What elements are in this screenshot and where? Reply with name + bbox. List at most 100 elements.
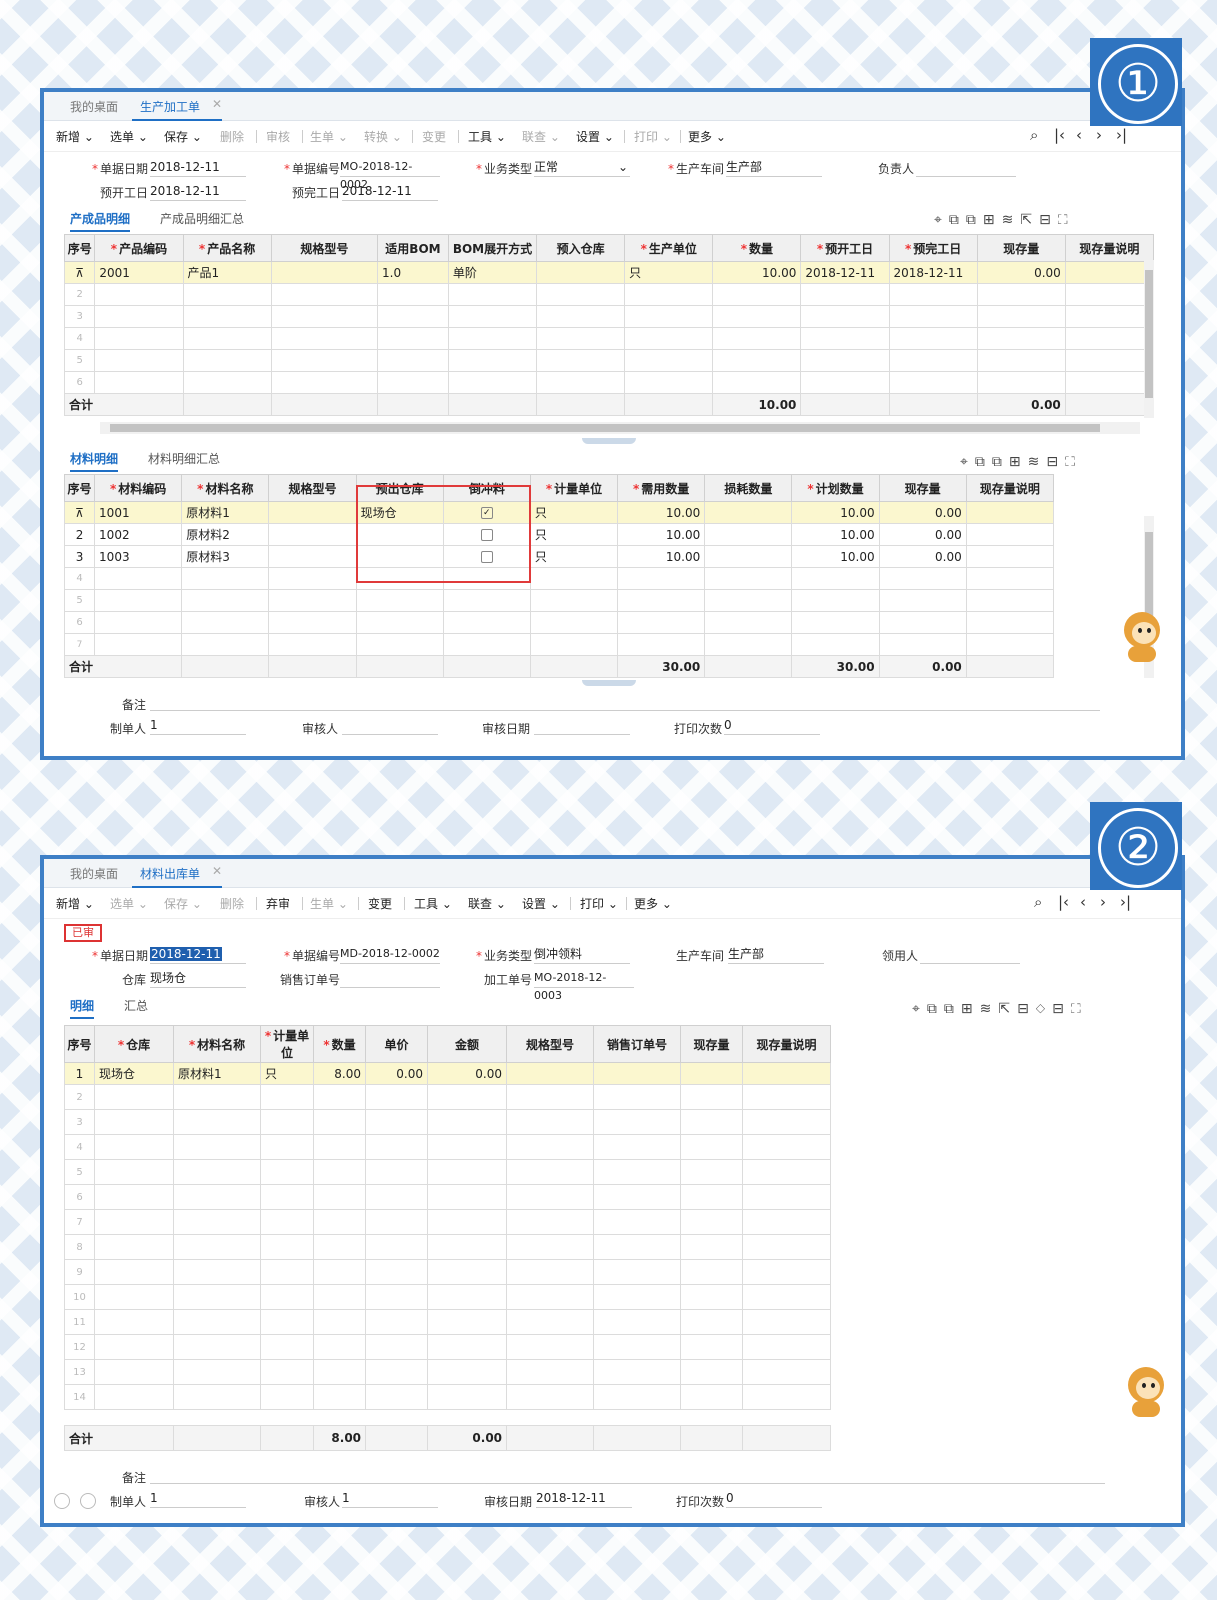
new-button[interactable]: 新增 ⌄: [56, 895, 94, 912]
col-spec[interactable]: 规格型号: [506, 1025, 594, 1063]
query-button[interactable]: 联查 ⌄: [468, 895, 506, 912]
cell-code[interactable]: 2001: [94, 261, 184, 284]
cell-unit[interactable]: 只: [624, 261, 714, 284]
last-record-icon[interactable]: ›|: [1116, 126, 1127, 144]
more-button[interactable]: 更多 ⌄: [688, 128, 726, 145]
table-row[interactable]: 4: [63, 567, 1055, 590]
table-row[interactable]: ⊼ 1001 原材料1 现场仓 ✓ 只 10.00 10.00 0.00: [63, 501, 1055, 524]
cell-sales-order[interactable]: [593, 1062, 681, 1085]
cell-warehouse[interactable]: 现场仓: [94, 1062, 174, 1085]
table-row[interactable]: ⊼ 2001 产品1 1.0 单阶 只 10.00 2018-12-11 201…: [63, 261, 1155, 284]
delete-button[interactable]: 删除: [220, 128, 244, 145]
cell-spec[interactable]: [268, 523, 357, 546]
next-record-icon[interactable]: ›: [1096, 126, 1102, 144]
col-warehouse[interactable]: * 仓库: [94, 1025, 174, 1063]
convert-button[interactable]: 转换 ⌄: [364, 128, 402, 145]
cell-bom[interactable]: 1.0: [377, 261, 449, 284]
grid-tool-icons[interactable]: ⌖⧉⧉⊞≋⇱⊟⬦⊟⛶: [912, 1001, 1088, 1017]
col-spec[interactable]: 规格型号: [268, 474, 357, 502]
table-row[interactable]: 6: [63, 371, 1155, 394]
col-bom[interactable]: 适用BOM: [377, 234, 449, 262]
col-product-code[interactable]: * 产品编码: [94, 234, 184, 262]
col-in-warehouse[interactable]: 预入仓库: [536, 234, 626, 262]
delete-button[interactable]: 删除: [220, 895, 244, 912]
tab-material-detail[interactable]: 材料明细: [70, 450, 119, 472]
select-button[interactable]: 选单 ⌄: [110, 895, 148, 912]
cell-stock[interactable]: 0.00: [878, 523, 967, 546]
tab-material-issue[interactable]: 材料出库单: [131, 865, 223, 888]
table-row[interactable]: 11: [64, 1309, 831, 1335]
table-row[interactable]: 12: [64, 1334, 831, 1360]
cell-unit[interactable]: 只: [529, 523, 619, 546]
product-horizontal-scrollbar[interactable]: [100, 422, 1140, 434]
print-button[interactable]: 打印 ⌄: [580, 895, 618, 912]
number-field[interactable]: MD-2018-12-0002: [340, 945, 440, 964]
mo-number-field[interactable]: MO-2018-12-0003: [534, 969, 634, 1002]
home-icon[interactable]: [54, 1493, 70, 1509]
cell-name[interactable]: 产品1: [182, 261, 272, 284]
cell-spec[interactable]: [270, 261, 379, 284]
cell-stock-note[interactable]: [1064, 261, 1155, 284]
tools-button[interactable]: 工具 ⌄: [468, 128, 506, 145]
cell-stock[interactable]: [680, 1062, 743, 1085]
workshop-field[interactable]: 生产部: [726, 158, 822, 177]
col-material-name[interactable]: * 材料名称: [173, 1025, 261, 1063]
search-circle-icon[interactable]: [80, 1493, 96, 1509]
cell-stock[interactable]: 0.00: [878, 545, 967, 568]
table-row[interactable]: 2: [63, 283, 1155, 306]
cell-unit[interactable]: 只: [529, 501, 619, 524]
table-row[interactable]: 10: [64, 1284, 831, 1310]
tab-detail[interactable]: 明细: [70, 997, 95, 1019]
table-row[interactable]: 2: [64, 1084, 831, 1110]
table-row[interactable]: 4: [63, 327, 1155, 350]
tab-home[interactable]: 我的桌面: [70, 98, 118, 115]
cell-need[interactable]: 10.00: [617, 523, 706, 546]
cell-need[interactable]: 10.00: [617, 501, 706, 524]
table-row[interactable]: 5: [63, 349, 1155, 372]
col-sales-order[interactable]: 销售订单号: [593, 1025, 681, 1063]
product-vertical-scrollbar[interactable]: [1144, 260, 1154, 418]
cell-stock-note[interactable]: [965, 545, 1055, 568]
col-bom-expand[interactable]: BOM展开方式: [447, 234, 538, 262]
table-row[interactable]: 8: [64, 1234, 831, 1260]
col-end-date[interactable]: * 预完工日: [888, 234, 978, 262]
first-record-icon[interactable]: |‹: [1054, 126, 1065, 144]
table-row[interactable]: 5: [63, 589, 1055, 612]
start-date-field[interactable]: 2018-12-11: [150, 182, 246, 201]
col-stock[interactable]: 现存量: [976, 234, 1066, 262]
cell-stock-note[interactable]: [742, 1062, 831, 1085]
cell-spec[interactable]: [268, 545, 357, 568]
more-button[interactable]: 更多 ⌄: [634, 895, 672, 912]
remark-field[interactable]: [150, 692, 1100, 711]
change-button[interactable]: 变更: [422, 128, 446, 145]
change-button[interactable]: 变更: [368, 895, 392, 912]
cell-name[interactable]: 原材料1: [173, 1062, 261, 1085]
cell-qty[interactable]: 8.00: [313, 1062, 366, 1085]
warehouse-field[interactable]: 现场仓: [150, 969, 246, 988]
cell-code[interactable]: 1001: [94, 501, 183, 524]
table-row[interactable]: 6: [63, 611, 1055, 634]
col-start-date[interactable]: * 预开工日: [800, 234, 890, 262]
cell-loss[interactable]: [704, 523, 793, 546]
table-row[interactable]: 4: [64, 1134, 831, 1160]
cell-plan[interactable]: 10.00: [791, 545, 880, 568]
row-expand-icon[interactable]: ⊼: [63, 501, 96, 524]
col-stock[interactable]: 现存量: [680, 1025, 743, 1063]
print-button[interactable]: 打印 ⌄: [634, 128, 672, 145]
col-price[interactable]: 单价: [365, 1025, 428, 1063]
table-row[interactable]: 3: [64, 1109, 831, 1135]
date-field[interactable]: 2018-12-11: [150, 158, 246, 177]
tools-button[interactable]: 工具 ⌄: [414, 895, 452, 912]
cell-stock-note[interactable]: [965, 523, 1055, 546]
col-stock[interactable]: 现存量: [878, 474, 967, 502]
next-record-icon[interactable]: ›: [1100, 893, 1106, 911]
biz-type-select[interactable]: 正常 ⌄: [534, 158, 630, 177]
owner-field[interactable]: [916, 158, 1016, 177]
table-row[interactable]: 7: [63, 633, 1055, 656]
prev-record-icon[interactable]: ‹: [1076, 126, 1082, 144]
biz-type-field[interactable]: 倒冲领料: [534, 945, 630, 964]
cell-plan[interactable]: 10.00: [791, 523, 880, 546]
close-tab-icon[interactable]: ✕: [212, 864, 222, 878]
close-tab-icon[interactable]: ✕: [212, 97, 222, 111]
table-row[interactable]: 3 1003 原材料3 只 10.00 10.00 0.00: [63, 545, 1055, 568]
